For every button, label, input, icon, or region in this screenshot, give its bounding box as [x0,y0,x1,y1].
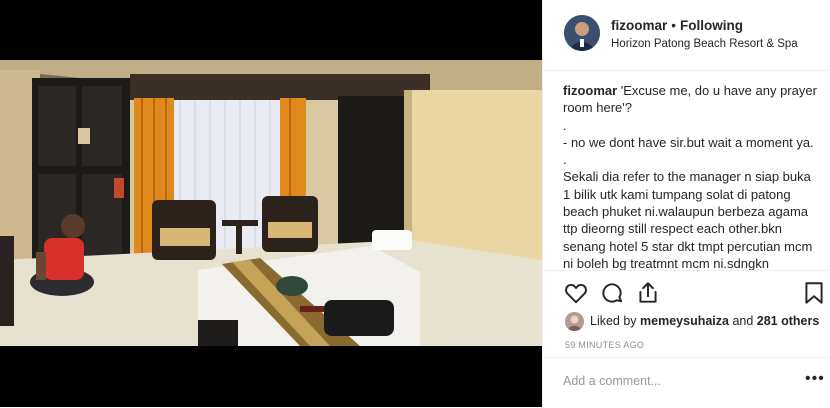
caption-username[interactable]: fizoomar [563,83,617,98]
post-header: fizoomar • Following Horizon Patong Beach … [543,0,830,71]
post-photo[interactable] [0,60,542,346]
action-bar [543,270,830,311]
likes-others-link[interactable]: 281 others [757,314,820,328]
location-link[interactable]: Horizon Patong Beach Resort & Spa [611,38,798,50]
post-timestamp[interactable]: 59 MINUTES AGO [565,340,644,350]
heart-icon-glyph [565,283,587,304]
comment-section: ••• [543,357,830,408]
likes-prefix: Liked by [590,314,641,328]
comment-icon[interactable] [599,280,625,306]
share-icon-glyph [639,282,657,303]
header-username[interactable]: fizoomar [611,18,667,33]
hotel-room-photo [0,60,542,346]
more-options-icon[interactable]: ••• [805,370,825,388]
header-user-line: fizoomar • Following [611,18,743,33]
liker-username[interactable]: memeysuhaiza [640,314,729,328]
bookmark-icon-glyph [805,282,823,304]
header-separator: • [671,18,676,33]
liker-avatar[interactable] [565,312,584,331]
post-caption: fizoomar 'Excuse me, do u have any praye… [563,82,819,270]
avatar-image [564,15,600,51]
instagram-post: fizoomar • Following Horizon Patong Beach … [0,0,830,407]
post-sidebar: fizoomar • Following Horizon Patong Beach … [542,0,830,407]
likes-middle: and [728,314,757,328]
likes-summary: Liked by memeysuhaiza and 281 others [565,312,825,332]
comment-icon-glyph [602,283,623,303]
post-media-frame [0,0,542,407]
bookmark-icon[interactable] [801,280,827,306]
avatar[interactable] [564,15,600,51]
caption-text: 'Excuse me, do u have any prayer room he… [563,83,817,270]
comment-input[interactable] [563,374,783,388]
heart-icon[interactable] [563,280,589,306]
share-icon[interactable] [635,280,661,306]
following-button[interactable]: Following [680,18,743,33]
liker-avatar-image [565,312,584,331]
